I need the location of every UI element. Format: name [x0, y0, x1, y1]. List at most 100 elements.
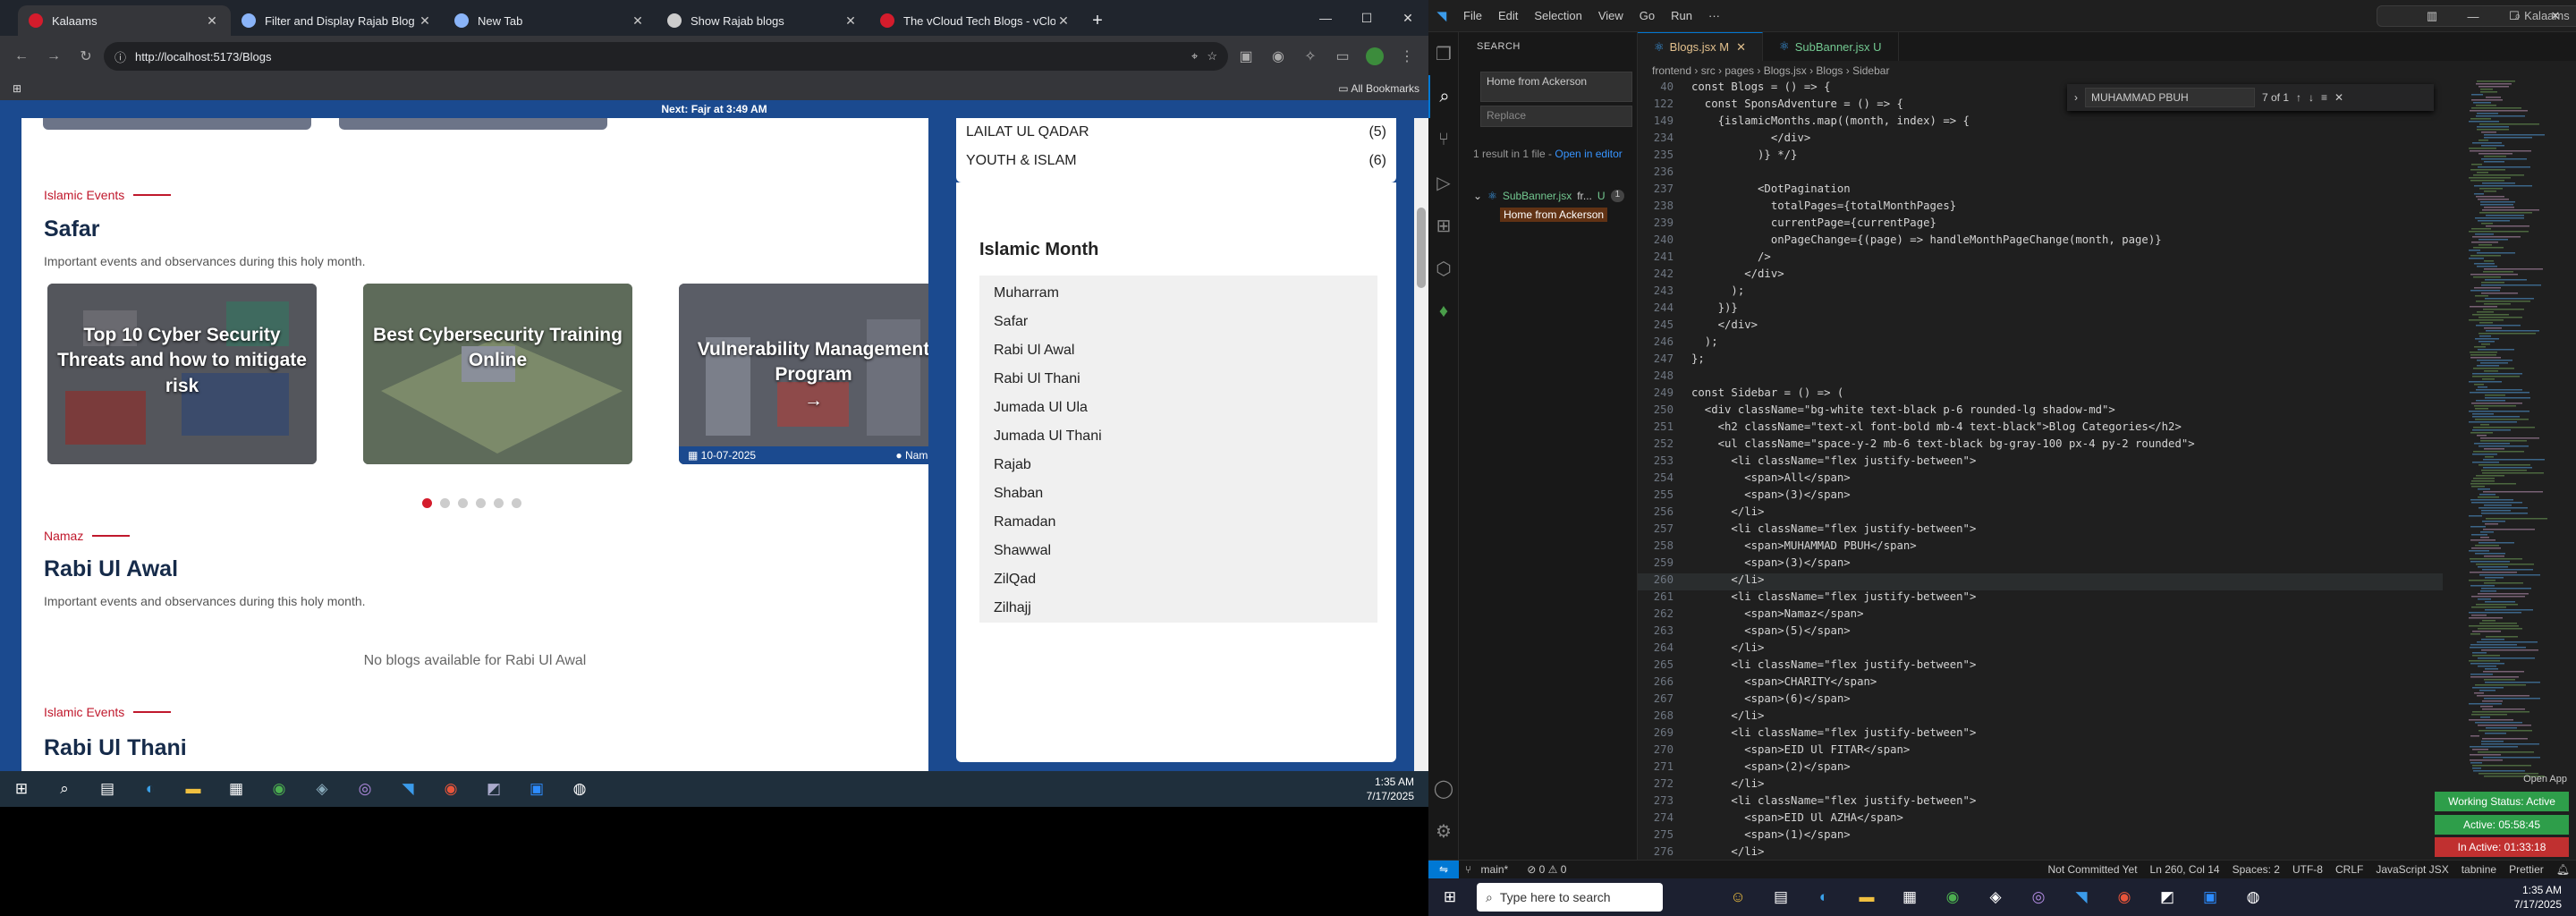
month-item[interactable]: ZilQad: [979, 565, 1377, 594]
vscode-icon[interactable]: ◥: [2060, 879, 2103, 915]
code-line[interactable]: 254 <span>All</span>: [1638, 471, 2443, 488]
blog-card[interactable]: Best Cybersecurity Training Online: [363, 284, 632, 464]
code-line[interactable]: 263 <span>(5)</span>: [1638, 624, 2443, 641]
code-line[interactable]: 271 <span>(2)</span>: [1638, 760, 2443, 777]
pagination-dot[interactable]: [476, 498, 486, 508]
browser-tab[interactable]: New Tab ✕: [444, 5, 657, 36]
taskbar-search[interactable]: ⌕ Type here to search: [1477, 883, 1663, 912]
maximize-button[interactable]: ☐: [2494, 0, 2535, 32]
mongodb-icon[interactable]: ♦: [1428, 290, 1459, 333]
code-line[interactable]: 270 <span>EID Ul FITAR</span>: [1638, 743, 2443, 760]
category-item[interactable]: LAILAT UL QADAR (5): [952, 118, 1401, 147]
cursor-position[interactable]: Ln 260, Col 14: [2150, 863, 2220, 876]
git-blame[interactable]: Not Committed Yet: [2047, 863, 2137, 876]
code-line[interactable]: 245 </div>: [1638, 318, 2443, 335]
month-item[interactable]: Shaban: [979, 479, 1377, 508]
month-item[interactable]: Muharram: [979, 279, 1377, 308]
close-icon[interactable]: ✕: [417, 13, 433, 29]
code-line[interactable]: 248: [1638, 369, 2443, 386]
zoom-icon[interactable]: ▣: [2189, 879, 2232, 915]
maximize-button[interactable]: ☐: [1346, 0, 1387, 36]
chrome-icon[interactable]: ◉: [2103, 879, 2146, 915]
minimize-button[interactable]: —: [1305, 0, 1346, 36]
chrome-icon[interactable]: ◉: [1931, 879, 1974, 915]
category-item[interactable]: YOUTH & ISLAM (6): [952, 147, 1401, 175]
code-line[interactable]: 257 <li className="flex justify-between"…: [1638, 522, 2443, 539]
menu-item[interactable]: Edit: [1498, 9, 1518, 22]
code-line[interactable]: 273 <li className="flex justify-between"…: [1638, 794, 2443, 811]
site-info-icon[interactable]: ⓘ: [114, 48, 126, 65]
tab-subbanner-jsx[interactable]: ⚛ SubBanner.jsx U: [1763, 32, 1899, 61]
code-line[interactable]: 247};: [1638, 352, 2443, 369]
code-line[interactable]: 255 <span>(3)</span>: [1638, 488, 2443, 505]
open-app-link[interactable]: Open App: [2523, 774, 2567, 785]
layout-icon[interactable]: ▥: [2411, 0, 2453, 32]
code-line[interactable]: 262 <span>Namaz</span>: [1638, 607, 2443, 624]
eol[interactable]: CRLF: [2335, 863, 2363, 876]
source-control-icon[interactable]: ⑂: [1428, 118, 1459, 161]
copilot-icon[interactable]: ◉: [1264, 42, 1292, 71]
file-explorer-icon[interactable]: ▬: [172, 771, 215, 807]
taskbar-clock[interactable]: 1:35 AM 7/17/2025: [2514, 883, 2562, 912]
bookmark-star-icon[interactable]: ☆: [1207, 49, 1217, 64]
menu-item[interactable]: Run: [1671, 9, 1692, 22]
close-icon[interactable]: ✕: [1736, 40, 1746, 55]
browser-tab[interactable]: The vCloud Tech Blogs - vClou ✕: [869, 5, 1082, 36]
code-line[interactable]: 259 <span>(3)</span>: [1638, 556, 2443, 573]
remote-icon[interactable]: ⬡: [1428, 247, 1459, 290]
indentation[interactable]: Spaces: 2: [2233, 863, 2280, 876]
puzzle-icon[interactable]: ✧: [1296, 42, 1325, 71]
emoji-icon[interactable]: ☺: [1716, 879, 1759, 915]
run-debug-icon[interactable]: ▷: [1428, 161, 1459, 204]
windows-start-icon[interactable]: ⊞: [0, 771, 43, 807]
month-item[interactable]: Shawwal: [979, 537, 1377, 565]
pagination-dot[interactable]: [422, 498, 432, 508]
minimap[interactable]: [2465, 81, 2563, 787]
windows-start-icon[interactable]: ⊞: [1428, 879, 1471, 915]
code-line[interactable]: 266 <span>CHARITY</span>: [1638, 675, 2443, 692]
code-line[interactable]: 258 <span>MUHAMMAD PBUH</span>: [1638, 539, 2443, 556]
app-icon[interactable]: ◩: [472, 771, 515, 807]
code-line[interactable]: 261 <li className="flex justify-between"…: [1638, 590, 2443, 607]
close-icon[interactable]: ✕: [2334, 91, 2343, 104]
tab-blogs-jsx[interactable]: ⚛ Blogs.jsx M ✕: [1638, 32, 1764, 61]
explorer-icon[interactable]: ❐: [1428, 32, 1459, 75]
profile-avatar[interactable]: [1360, 42, 1389, 71]
scrollbar-thumb[interactable]: [1417, 208, 1426, 288]
chrome-icon[interactable]: ◉: [429, 771, 472, 807]
search-input[interactable]: Home from Ackerson: [1480, 72, 1632, 102]
all-bookmarks[interactable]: ▭ All Bookmarks: [1338, 82, 1419, 95]
browser-tab[interactable]: Kalaams ✕: [18, 5, 231, 36]
month-item[interactable]: Ramadan: [979, 508, 1377, 537]
blog-card[interactable]: Vulnerability Management Program → ▦ 10-0…: [679, 284, 928, 464]
tabnine-status[interactable]: tabnine: [2462, 863, 2496, 876]
minimize-button[interactable]: —: [2453, 0, 2494, 32]
chrome-icon[interactable]: ◉: [258, 771, 301, 807]
location-icon[interactable]: ⌖: [1191, 49, 1198, 64]
code-line[interactable]: 241 />: [1638, 250, 2443, 267]
vscode-icon[interactable]: ◥: [386, 771, 429, 807]
month-item[interactable]: Zilhajj: [979, 594, 1377, 623]
code-line[interactable]: 238 totalPages={totalMonthPages}: [1638, 199, 2443, 216]
bell-icon[interactable]: 🔔︎: [2556, 863, 2570, 876]
code-line[interactable]: 252 <ul className="space-y-2 mb-6 text-b…: [1638, 437, 2443, 454]
search-icon[interactable]: ⌕: [1428, 75, 1459, 118]
month-item[interactable]: Safar: [979, 308, 1377, 336]
code-line[interactable]: 235 )} */}: [1638, 148, 2443, 165]
arrow-up-icon[interactable]: ↑: [2296, 91, 2301, 104]
menu-item[interactable]: Go: [1640, 9, 1655, 22]
menu-icon[interactable]: ≡: [2321, 91, 2327, 104]
remote-indicator-icon[interactable]: ⇋: [1428, 860, 1459, 879]
kebab-menu-icon[interactable]: ⋮: [1393, 42, 1421, 71]
code-line[interactable]: 234 </div>: [1638, 131, 2443, 148]
close-icon[interactable]: ✕: [1055, 13, 1072, 29]
code-line[interactable]: 251 <h2 className="text-xl font-bold mb-…: [1638, 420, 2443, 437]
code-line[interactable]: 249 const Sidebar = () => (: [1638, 386, 2443, 403]
problems-count[interactable]: ⊘ 0 ⚠ 0: [1527, 863, 1566, 876]
code-line[interactable]: 272 </li>: [1638, 777, 2443, 794]
url-text[interactable]: http://localhost:5173/Blogs: [135, 50, 1182, 64]
code-line[interactable]: 267 <span>(6)</span>: [1638, 692, 2443, 709]
github-icon[interactable]: ◎: [343, 771, 386, 807]
close-button[interactable]: ✕: [1387, 0, 1428, 36]
app-icon[interactable]: ◈: [301, 771, 343, 807]
